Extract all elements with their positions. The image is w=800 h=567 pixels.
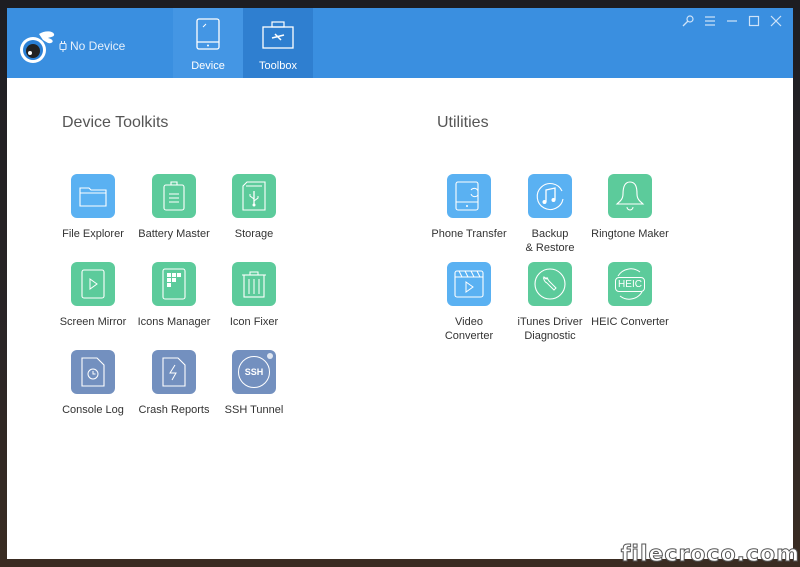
tool-heic-converter[interactable]: HEIC HEIC Converter	[585, 262, 675, 329]
tool-video-converter[interactable]: Video Converter	[424, 262, 514, 343]
tool-ssh-tunnel[interactable]: SSH SSH Tunnel	[209, 350, 299, 417]
tablet-icon	[196, 18, 220, 50]
key-icon[interactable]	[679, 13, 697, 29]
tool-label: iTunes Driver Diagnostic	[517, 316, 583, 342]
maximize-icon[interactable]	[745, 13, 763, 29]
heic-badge: HEIC	[615, 276, 645, 292]
tab-toolbox[interactable]: Toolbox	[243, 8, 313, 78]
play-screen-icon	[81, 269, 105, 299]
tool-ringtone-maker[interactable]: Ringtone Maker	[585, 174, 675, 241]
tool-label: File Explorer	[62, 228, 124, 240]
tool-console-log[interactable]: Console Log	[48, 350, 138, 417]
tool-label: Storage	[234, 228, 274, 240]
status-dot	[267, 353, 273, 359]
app-logo-icon	[20, 31, 55, 63]
tool-icons-manager[interactable]: Icons Manager	[129, 262, 219, 329]
tool-itunes-driver-diagnostic[interactable]: iTunes Driver Diagnostic	[505, 262, 595, 343]
tool-label: Backup & Restore	[525, 228, 575, 254]
tool-screen-mirror[interactable]: Screen Mirror	[48, 262, 138, 329]
tool-label: Console Log	[62, 404, 124, 416]
wrench-icon	[534, 268, 566, 300]
tool-backup-restore[interactable]: Backup & Restore	[505, 174, 595, 255]
tool-label: HEIC Converter	[591, 316, 669, 328]
minimize-icon[interactable]	[723, 13, 741, 29]
device-status: No Device	[59, 39, 125, 53]
phone-transfer-icon	[455, 181, 479, 211]
trash-icon	[242, 271, 266, 298]
plug-icon	[59, 40, 67, 52]
ssh-icon: SSH	[232, 350, 276, 394]
ssh-badge: SSH	[238, 356, 270, 388]
section-title-device-toolkits: Device Toolkits	[62, 114, 169, 131]
music-backup-icon	[536, 182, 564, 211]
app-window: No Device Device Toolbox Device Toolkits…	[7, 8, 793, 559]
tool-label: Ringtone Maker	[591, 228, 669, 240]
icons-grid-icon	[162, 268, 186, 300]
tool-label: Battery Master	[138, 228, 210, 240]
usb-storage-icon	[242, 181, 266, 211]
device-status-text: No Device	[70, 39, 126, 53]
battery-icon	[163, 181, 185, 211]
window-controls	[679, 13, 785, 29]
section-title-utilities: Utilities	[437, 114, 489, 131]
tab-device-label: Device	[191, 60, 225, 72]
heic-icon: HEIC	[608, 262, 652, 306]
tool-label: Screen Mirror	[59, 316, 127, 328]
header-bar: No Device Device Toolbox	[7, 8, 793, 78]
tool-label: Icons Manager	[137, 316, 211, 328]
tool-battery-master[interactable]: Battery Master	[129, 174, 219, 241]
tab-toolbox-label: Toolbox	[259, 60, 297, 72]
toolbox-icon	[262, 21, 294, 49]
tool-file-explorer[interactable]: File Explorer	[48, 174, 138, 241]
tool-label: Crash Reports	[138, 404, 210, 416]
tool-storage[interactable]: Storage	[209, 174, 299, 241]
close-icon[interactable]	[767, 13, 785, 29]
tool-label: Phone Transfer	[431, 228, 507, 240]
tool-label: Icon Fixer	[229, 316, 279, 328]
video-clapper-icon	[454, 270, 484, 298]
tool-crash-reports[interactable]: Crash Reports	[129, 350, 219, 417]
tool-phone-transfer[interactable]: Phone Transfer	[424, 174, 514, 241]
watermark: filecroco.com	[620, 542, 800, 567]
bell-icon	[615, 181, 645, 211]
lightning-file-icon	[162, 357, 186, 387]
tool-icon-fixer[interactable]: Icon Fixer	[209, 262, 299, 329]
tool-label: SSH Tunnel	[224, 404, 284, 416]
tool-label: Video Converter	[444, 316, 494, 342]
folder-icon	[79, 187, 107, 207]
clock-file-icon	[81, 357, 105, 387]
tab-device[interactable]: Device	[173, 8, 243, 78]
menu-icon[interactable]	[701, 13, 719, 29]
